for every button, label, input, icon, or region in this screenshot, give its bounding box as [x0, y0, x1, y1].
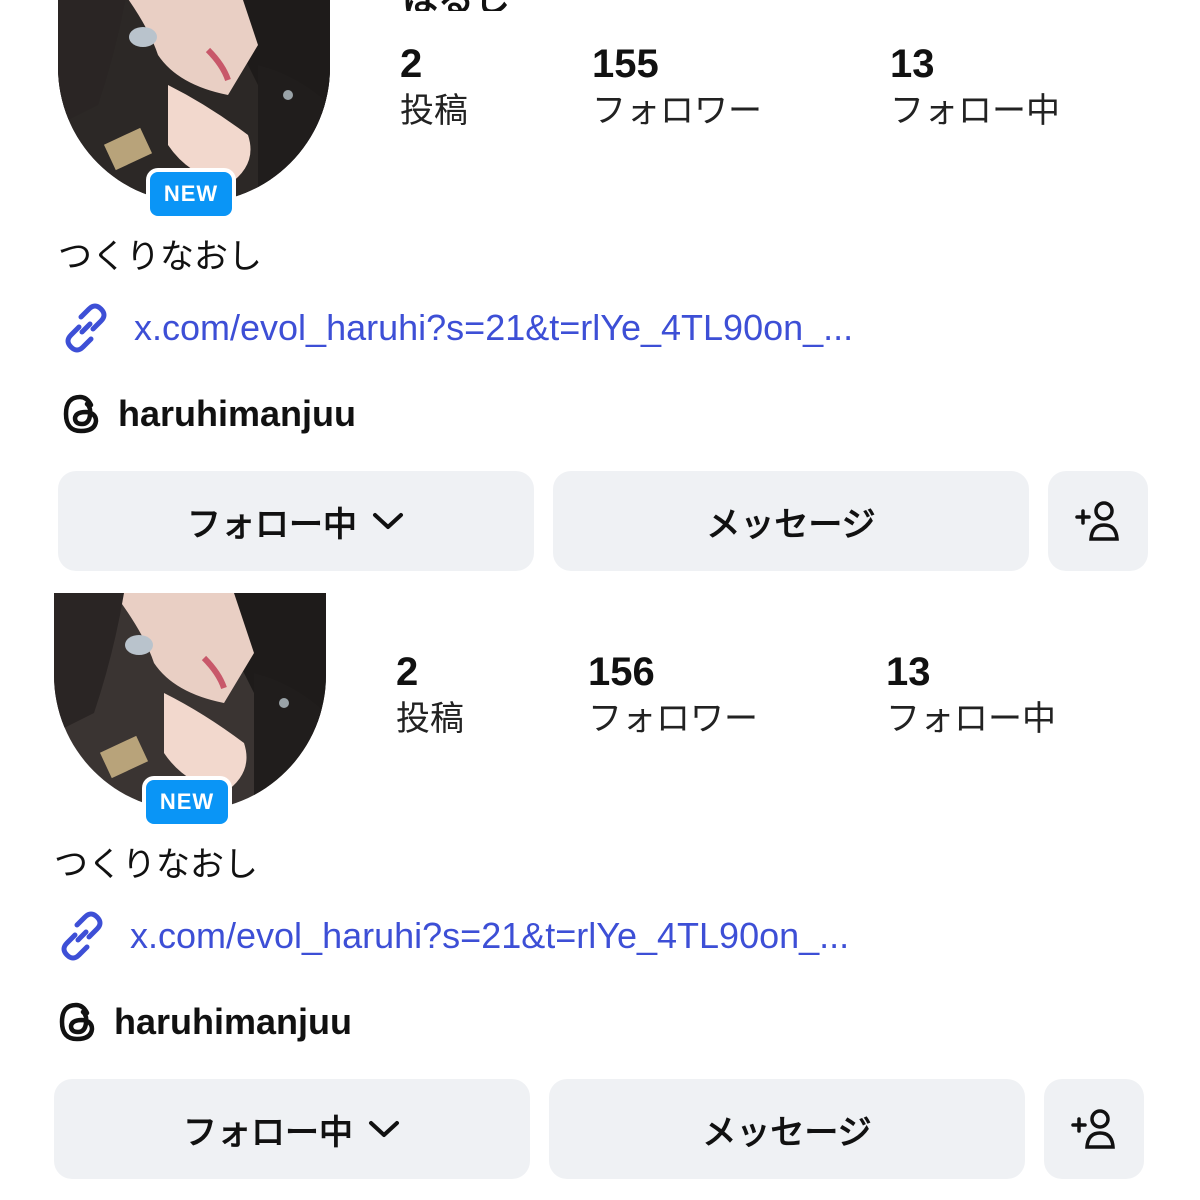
following-button[interactable]: フォロー中 [58, 471, 534, 571]
following-count: 13 [890, 42, 935, 86]
message-button[interactable]: メッセージ [549, 1079, 1025, 1179]
threads-badge[interactable]: haruhimanjuu [58, 389, 356, 439]
profile-link[interactable]: x.com/evol_haruhi?s=21&t=rlYe_4TL90on_..… [58, 298, 853, 358]
following-button-label: フォロー中 [183, 1112, 353, 1153]
stat-followers[interactable]: 155 フォロワー [592, 41, 762, 133]
following-count: 13 [886, 650, 931, 694]
posts-count: 2 [396, 650, 419, 694]
followers-count: 155 [592, 42, 659, 86]
message-button-label: メッセージ [706, 504, 876, 545]
new-badge-label: NEW [150, 172, 232, 216]
bio-text: つくりなおし [58, 237, 262, 277]
stat-posts[interactable]: 2 投稿 [400, 41, 468, 133]
add-person-icon [1071, 1109, 1115, 1149]
stat-following[interactable]: 13 フォロー中 [890, 41, 1060, 133]
threads-handle: haruhimanjuu [118, 393, 357, 434]
link-url: x.com/evol_haruhi?s=21&t=rlYe_4TL90on_..… [130, 915, 850, 956]
stat-following[interactable]: 13 フォロー中 [886, 649, 1056, 741]
followers-count: 156 [588, 650, 655, 694]
chevron-down-icon [369, 1121, 399, 1137]
followers-label: フォロワー [592, 91, 762, 131]
profile-link[interactable]: x.com/evol_haruhi?s=21&t=rlYe_4TL90on_..… [54, 906, 849, 966]
profile-screenshot-top: はるし NEW 2 投稿 155 フォロ [0, 0, 1200, 593]
stat-followers[interactable]: 156 フォロワー [588, 649, 758, 741]
link-icon [61, 911, 103, 961]
posts-label: 投稿 [400, 91, 468, 131]
bio-text: つくりなおし [54, 845, 258, 885]
display-name: はるし [402, 0, 510, 11]
link-icon [65, 303, 107, 353]
following-label: フォロー中 [890, 91, 1060, 131]
threads-icon [63, 394, 99, 434]
posts-count: 2 [400, 42, 423, 86]
following-button[interactable]: フォロー中 [54, 1079, 530, 1179]
posts-label: 投稿 [396, 699, 464, 739]
new-badge-label: NEW [146, 780, 228, 824]
threads-handle: haruhimanjuu [114, 1001, 353, 1042]
profile-screenshot-bottom: NEW 2 投稿 156 フォロワー 13 フォロー中 つくりなおし x.com… [0, 593, 1200, 1200]
following-label: フォロー中 [886, 699, 1056, 739]
add-person-button[interactable] [1048, 471, 1148, 571]
add-person-button[interactable] [1044, 1079, 1144, 1179]
threads-badge[interactable]: haruhimanjuu [54, 997, 352, 1047]
chevron-down-icon [373, 513, 403, 529]
new-badge: NEW [146, 168, 236, 220]
stat-posts[interactable]: 2 投稿 [396, 649, 464, 741]
link-url: x.com/evol_haruhi?s=21&t=rlYe_4TL90on_..… [134, 307, 854, 348]
threads-icon [59, 1002, 95, 1042]
following-button-label: フォロー中 [187, 504, 357, 545]
message-button-label: メッセージ [702, 1112, 872, 1153]
add-person-icon [1075, 501, 1119, 541]
new-badge: NEW [142, 776, 232, 828]
followers-label: フォロワー [588, 699, 758, 739]
message-button[interactable]: メッセージ [553, 471, 1029, 571]
